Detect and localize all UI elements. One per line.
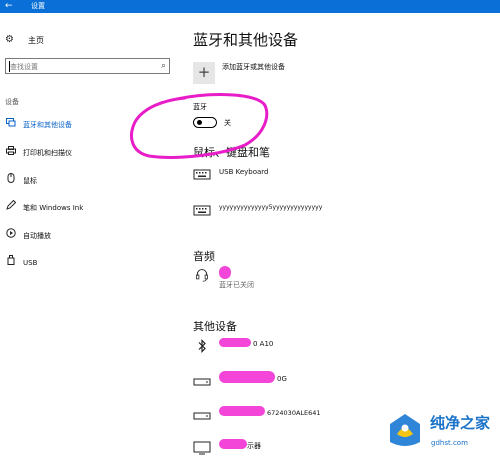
redaction-mark (219, 406, 265, 416)
keyboard-icon (193, 169, 211, 180)
device-name: USB Keyboard (219, 168, 269, 176)
device-item[interactable]: 0 A10 (193, 336, 493, 358)
device-name: 0G (277, 375, 287, 383)
pen-icon (5, 198, 16, 218)
page-title: 蓝牙和其他设备 (193, 31, 299, 49)
keyboard-icon (193, 205, 211, 216)
sidebar: ⚙ 主页 ⌕ 设备 蓝牙和其他设备 打印机和扫描仪 鼠标 笔和 Windows … (0, 13, 175, 456)
mouse-icon (5, 171, 16, 191)
device-name: 示器 (247, 442, 261, 450)
redaction-mark (219, 439, 247, 449)
main-content: 蓝牙和其他设备 + 添加蓝牙或其他设备 蓝牙 关 鼠标、键盘和笔 USB Key… (175, 13, 500, 456)
redaction-mark (219, 338, 251, 347)
headset-icon (196, 269, 208, 282)
device-item[interactable]: 0G (193, 371, 493, 393)
watermark-logo-icon (390, 414, 420, 446)
watermark-brand: 纯净之家 (430, 414, 491, 432)
device-name: 0 A10 (253, 340, 274, 348)
back-arrow-icon[interactable]: ← (5, 0, 15, 13)
sidebar-item-label: USB (23, 259, 38, 267)
watermark-url: gdhst.com (431, 439, 468, 447)
bluetooth-devices-icon (5, 115, 16, 135)
audio-section-title: 音频 (193, 250, 215, 263)
other-section-title: 其他设备 (193, 320, 237, 333)
sidebar-home[interactable]: ⚙ 主页 (5, 33, 44, 47)
search-box[interactable]: ⌕ (5, 58, 170, 74)
monitor-icon (193, 441, 211, 455)
device-name: 6724030ALE641 (267, 409, 321, 417)
add-device-label[interactable]: 添加蓝牙或其他设备 (222, 62, 285, 72)
sidebar-item-mouse[interactable]: 鼠标 (0, 171, 175, 191)
sidebar-item-autoplay[interactable]: 自动播放 (0, 226, 175, 246)
bluetooth-icon (198, 339, 206, 353)
sidebar-item-label: 自动播放 (23, 232, 51, 240)
sidebar-item-label: 蓝牙和其他设备 (23, 121, 72, 129)
device-item[interactable]: USB Keyboard (193, 164, 493, 186)
plus-icon: + (197, 63, 211, 81)
annotation-circle (130, 93, 269, 159)
device-item[interactable]: 蓝牙已关闭 (193, 266, 493, 289)
sidebar-item-label: 笔和 Windows Ink (23, 204, 84, 212)
drive-icon (193, 378, 211, 386)
usb-icon (5, 253, 16, 273)
device-status: 蓝牙已关闭 (219, 281, 254, 289)
search-icon[interactable]: ⌕ (161, 60, 166, 73)
gear-icon: ⚙ (5, 34, 14, 45)
device-name: yyyyyyyyyyyyyy5yyyyyyyyyyyyyy (219, 204, 323, 211)
add-device-button[interactable]: + (193, 62, 215, 84)
device-item[interactable]: yyyyyyyyyyyyyy5yyyyyyyyyyyyyy (193, 200, 493, 222)
sidebar-item-label: 打印机和扫描仪 (23, 149, 72, 157)
drive-icon (193, 412, 211, 420)
redaction-mark (219, 266, 231, 279)
printer-icon (5, 143, 16, 163)
sidebar-item-usb[interactable]: USB (0, 253, 175, 273)
sidebar-section-label: 设备 (5, 98, 19, 106)
sidebar-home-label: 主页 (28, 35, 44, 45)
sidebar-item-label: 鼠标 (23, 177, 37, 185)
title-bar: ← 设置 (0, 0, 500, 13)
watermark: 纯净之家 gdhst.com (385, 408, 500, 456)
redaction-mark (219, 371, 275, 383)
sidebar-item-pen[interactable]: 笔和 Windows Ink (0, 198, 175, 218)
autoplay-icon (5, 226, 16, 246)
window-title: 设置 (31, 2, 45, 10)
search-input[interactable] (10, 61, 150, 72)
